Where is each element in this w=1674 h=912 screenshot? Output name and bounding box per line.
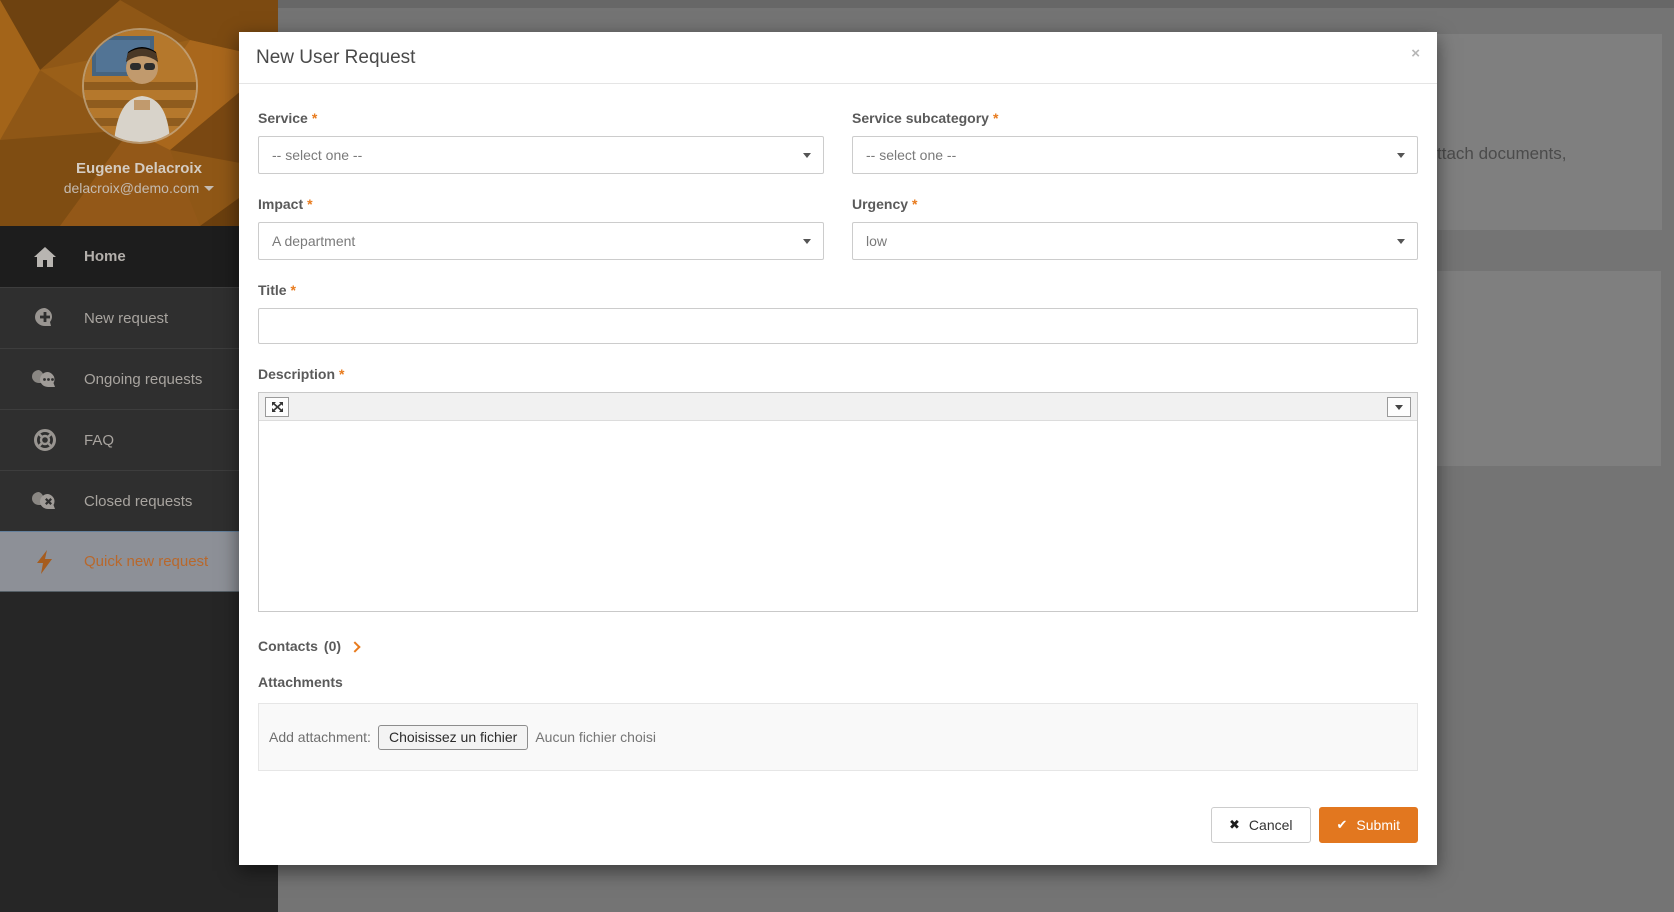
description-label: Description* bbox=[258, 366, 1418, 382]
impact-field-group: Impact* A department bbox=[258, 196, 824, 260]
impact-select-value: A department bbox=[272, 233, 355, 249]
service-subcategory-label-text: Service subcategory bbox=[852, 110, 989, 126]
chevron-down-icon bbox=[1397, 153, 1405, 158]
impact-label: Impact* bbox=[258, 196, 824, 212]
sidebar-item-label: New request bbox=[84, 310, 168, 327]
submit-button[interactable]: ✔ Submit bbox=[1319, 807, 1418, 843]
attachments-panel: Add attachment: Choisissez un fichier Au… bbox=[258, 703, 1418, 771]
description-label-text: Description bbox=[258, 366, 335, 382]
required-asterisk: * bbox=[912, 196, 917, 212]
modal-header: New User Request × bbox=[239, 32, 1437, 84]
title-input[interactable] bbox=[258, 308, 1418, 344]
maximize-icon[interactable] bbox=[265, 397, 289, 417]
sidebar: Eugene Delacroix delacroix@demo.com Home bbox=[0, 0, 278, 912]
ongoing-requests-icon bbox=[30, 368, 60, 390]
attachments-heading: Attachments bbox=[258, 674, 1418, 690]
user-name: Eugene Delacroix bbox=[0, 160, 278, 177]
required-asterisk: * bbox=[307, 196, 312, 212]
cancel-button[interactable]: ✖ Cancel bbox=[1211, 807, 1311, 843]
urgency-select[interactable]: low bbox=[852, 222, 1418, 260]
chevron-down-icon bbox=[1397, 239, 1405, 244]
user-email-text: delacroix@demo.com bbox=[64, 180, 200, 196]
chevron-down-icon bbox=[1395, 405, 1403, 410]
title-label: Title* bbox=[258, 282, 1418, 298]
chevron-down-icon bbox=[803, 239, 811, 244]
sidebar-item-new-request[interactable]: New request bbox=[0, 287, 278, 348]
required-asterisk: * bbox=[339, 366, 344, 382]
required-asterisk: * bbox=[291, 282, 296, 298]
faq-icon bbox=[30, 429, 60, 451]
editor-toolbar bbox=[259, 393, 1417, 421]
impact-label-text: Impact bbox=[258, 196, 303, 212]
description-rich-text-editor bbox=[258, 392, 1418, 612]
avatar[interactable] bbox=[82, 28, 198, 144]
add-attachment-label: Add attachment: bbox=[269, 729, 371, 745]
title-label-text: Title bbox=[258, 282, 287, 298]
avatar-photo bbox=[84, 30, 196, 142]
format-dropdown-icon[interactable] bbox=[1387, 397, 1411, 417]
modal-body: Service* -- select one -- Service subcat… bbox=[239, 84, 1437, 843]
cancel-button-label: Cancel bbox=[1249, 817, 1293, 833]
urgency-label: Urgency* bbox=[852, 196, 1418, 212]
service-subcategory-select[interactable]: -- select one -- bbox=[852, 136, 1418, 174]
service-subcategory-label: Service subcategory* bbox=[852, 110, 1418, 126]
title-field-group: Title* bbox=[258, 282, 1418, 344]
check-mark-icon: ✔ bbox=[1337, 817, 1348, 833]
home-icon bbox=[30, 246, 60, 268]
service-select-value: -- select one -- bbox=[272, 147, 362, 163]
required-asterisk: * bbox=[993, 110, 998, 126]
bolt-icon bbox=[30, 550, 60, 574]
modal-title: New User Request bbox=[256, 47, 415, 69]
contacts-label: Contacts bbox=[258, 638, 318, 654]
user-email-menu[interactable]: delacroix@demo.com bbox=[0, 180, 278, 196]
service-subcategory-field-group: Service subcategory* -- select one -- bbox=[852, 110, 1418, 174]
choose-file-button[interactable]: Choisissez un fichier bbox=[378, 725, 528, 750]
sidebar-item-label: FAQ bbox=[84, 432, 114, 449]
service-subcategory-select-value: -- select one -- bbox=[866, 147, 956, 163]
chevron-right-icon bbox=[349, 641, 360, 652]
sidebar-item-label: Ongoing requests bbox=[84, 371, 202, 388]
background-text-fragment: ttach documents, bbox=[1437, 144, 1566, 164]
sidebar-menu: Home New request bbox=[0, 226, 278, 592]
service-select[interactable]: -- select one -- bbox=[258, 136, 824, 174]
description-field-group: Description* bbox=[258, 366, 1418, 612]
service-label-text: Service bbox=[258, 110, 308, 126]
service-label: Service* bbox=[258, 110, 824, 126]
sidebar-item-home[interactable]: Home bbox=[0, 226, 278, 287]
modal-footer: ✖ Cancel ✔ Submit bbox=[258, 807, 1418, 843]
contacts-count: (0) bbox=[324, 638, 341, 654]
sidebar-item-ongoing-requests[interactable]: Ongoing requests bbox=[0, 348, 278, 409]
sidebar-user-panel: Eugene Delacroix delacroix@demo.com bbox=[0, 0, 278, 226]
new-user-request-modal: New User Request × Service* -- select on… bbox=[239, 32, 1437, 865]
sidebar-item-closed-requests[interactable]: Closed requests bbox=[0, 470, 278, 531]
service-field-group: Service* -- select one -- bbox=[258, 110, 824, 174]
contacts-expander[interactable]: Contacts (0) bbox=[258, 638, 1418, 654]
urgency-label-text: Urgency bbox=[852, 196, 908, 212]
page-root: ttach documents, bbox=[0, 0, 1674, 912]
sidebar-item-label: Closed requests bbox=[84, 493, 192, 510]
required-asterisk: * bbox=[312, 110, 317, 126]
closed-requests-icon bbox=[30, 490, 60, 512]
chevron-down-icon bbox=[803, 153, 811, 158]
urgency-select-value: low bbox=[866, 233, 887, 249]
x-mark-icon: ✖ bbox=[1229, 817, 1240, 833]
submit-button-label: Submit bbox=[1356, 817, 1400, 833]
file-status-text: Aucun fichier choisi bbox=[535, 729, 656, 745]
impact-select[interactable]: A department bbox=[258, 222, 824, 260]
close-icon[interactable]: × bbox=[1411, 45, 1420, 62]
urgency-field-group: Urgency* low bbox=[852, 196, 1418, 260]
background-top-strip bbox=[278, 0, 1674, 8]
sidebar-item-label: Quick new request bbox=[84, 553, 208, 570]
sidebar-item-quick-new-request[interactable]: Quick new request bbox=[0, 531, 278, 592]
sidebar-item-faq[interactable]: FAQ bbox=[0, 409, 278, 470]
description-input[interactable] bbox=[259, 421, 1417, 611]
sidebar-item-label: Home bbox=[84, 248, 126, 265]
new-request-icon bbox=[30, 307, 60, 329]
chevron-down-icon bbox=[204, 186, 214, 191]
